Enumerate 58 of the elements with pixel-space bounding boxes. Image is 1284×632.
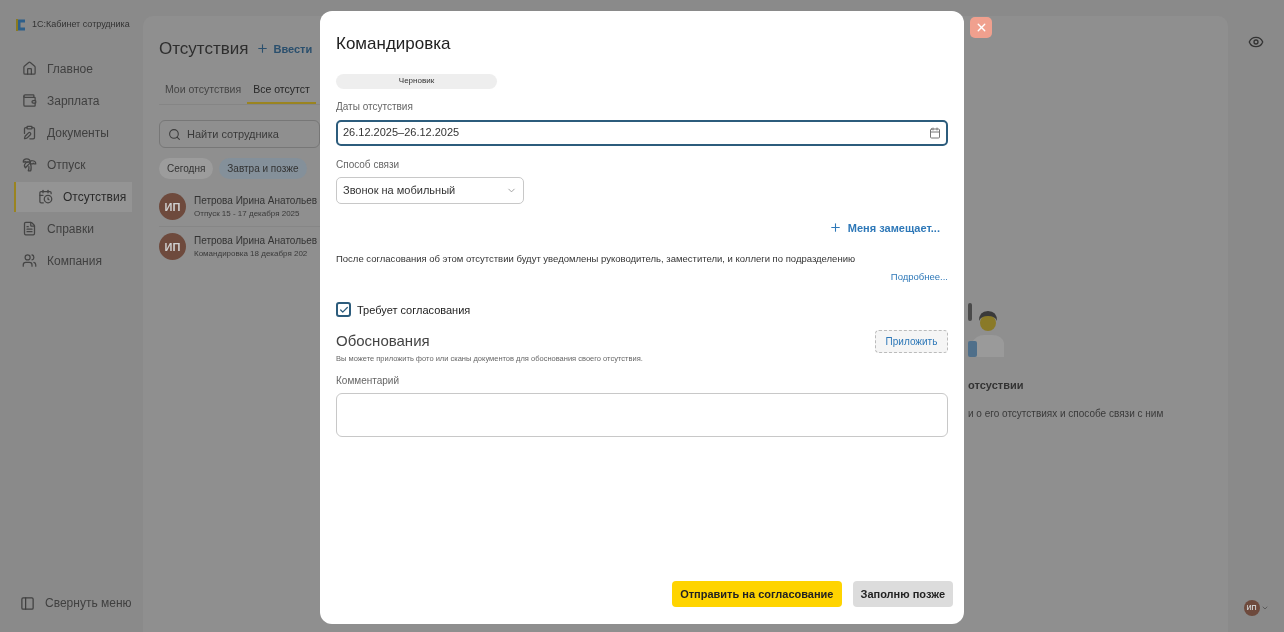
plus-icon	[256, 42, 270, 56]
avatar: ИП	[159, 233, 186, 261]
collapse-menu-button[interactable]: Свернуть меню	[0, 594, 143, 612]
sidebar-item[interactable]: Отпуск	[0, 149, 132, 180]
absence-detail: Отпуск 15 - 17 декабря 2025	[194, 208, 301, 221]
calendar-icon	[38, 189, 53, 204]
absence-detail: Командировка 18 декабря 202	[194, 248, 309, 261]
people-icon	[22, 253, 37, 268]
document-icon	[22, 221, 37, 236]
field-label: Способ связи	[336, 157, 401, 172]
add-link[interactable]: Ввести	[256, 40, 313, 57]
sidebar-icon	[20, 595, 35, 611]
plus-icon	[828, 221, 842, 235]
contact-method-select[interactable]: Звонок на мобильный	[336, 176, 524, 204]
checkbox-label: Требует согласования	[357, 302, 471, 318]
employee-name: Петрова Ирина Анатольев	[194, 234, 318, 249]
tab[interactable]: Все отсутст	[247, 81, 316, 105]
section-title: Обоснования	[336, 331, 430, 352]
sidebar-item[interactable]: Документы	[0, 117, 132, 148]
date-range-field[interactable]: 26.12.2025–26.12.2025	[336, 119, 948, 146]
house-icon	[22, 61, 37, 76]
submit-button[interactable]: Отправить на согласование	[672, 581, 842, 607]
field-label: Даты отсутствия	[336, 99, 414, 114]
dialog-title: Командировка	[336, 33, 452, 55]
sidebar-item[interactable]: Главное	[0, 53, 132, 84]
app-name: 1С:Кабинет сотрудника	[32, 18, 130, 31]
comment-field[interactable]	[336, 393, 948, 438]
eye-icon[interactable]	[1248, 34, 1264, 50]
wallet-icon	[22, 93, 37, 108]
tab[interactable]: Мои отсутствия	[159, 81, 248, 105]
filter-chip[interactable]: Завтра и позже	[219, 158, 307, 180]
filter-chip[interactable]: Сегодня	[159, 158, 214, 180]
approval-checkbox[interactable]	[336, 302, 351, 318]
clipboard-icon	[22, 125, 37, 140]
close-button[interactable]	[970, 17, 992, 38]
status-badge: Черновик	[336, 73, 497, 89]
avatar: ИП	[159, 193, 186, 221]
empty-state-title: отсуствии	[968, 378, 1025, 393]
substitute-link[interactable]: Меня замещает...	[828, 219, 940, 236]
search-icon	[168, 127, 181, 141]
employee-name: Петрова Ирина Анатольев	[194, 194, 318, 209]
attach-button[interactable]: Приложить	[875, 330, 948, 353]
more-link[interactable]: Подробнее...	[890, 270, 948, 285]
sidebar-item[interactable]: Компания	[0, 245, 132, 276]
later-button[interactable]: Заполню позже	[852, 581, 953, 607]
empty-state-text: и о его отсутствиях и способе связи с ним	[968, 406, 1164, 421]
calendar-icon	[929, 126, 941, 139]
field-label: Комментарий	[336, 374, 400, 389]
sidebar-item[interactable]: Отсутствия	[14, 181, 132, 212]
palm-icon	[22, 157, 37, 172]
check-icon	[338, 304, 349, 315]
logo-icon	[16, 18, 26, 31]
search-field[interactable]: Найти сотрудника	[159, 120, 320, 149]
sidebar-item[interactable]: Справки	[0, 213, 132, 244]
notice-text: После согласования об этом отсутствии будут уведомлены руководитель, заместители, и коллеги по подразделению	[336, 252, 857, 266]
sidebar-item[interactable]: Зарплата	[0, 85, 132, 116]
chevron-down-icon	[1260, 604, 1269, 612]
page-title: Отсутствия	[159, 38, 249, 60]
